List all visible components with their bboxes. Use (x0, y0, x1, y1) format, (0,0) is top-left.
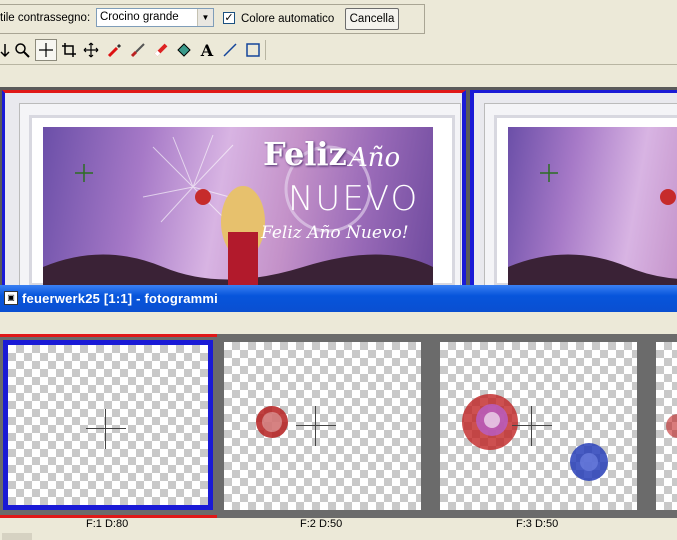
brush-icon[interactable] (127, 39, 149, 61)
crop-icon[interactable] (58, 39, 80, 61)
crosshair-marker (86, 409, 126, 449)
firework-burst (666, 414, 677, 438)
frames-strip (0, 334, 677, 518)
banner-image: Feliz Año NUEVO Feliz Año Nuevo! (43, 127, 433, 287)
marker-style-value: Crocino grande (100, 11, 179, 23)
fireworks-graphic (508, 164, 677, 287)
eraser-icon[interactable] (150, 39, 172, 61)
image-frame-2[interactable] (470, 90, 677, 287)
banner-script: Feliz Año Nuevo! (261, 223, 409, 243)
image-window: Feliz Año NUEVO Feliz Año Nuevo! (0, 65, 677, 287)
zoom-icon[interactable] (11, 39, 33, 61)
dropper-icon[interactable] (104, 39, 126, 61)
frame-label-1: F:1 D:80 (86, 518, 129, 530)
rectangle-icon[interactable] (242, 39, 264, 61)
ruler (0, 65, 677, 88)
frame-label-3: F:3 D:50 (516, 518, 559, 530)
tools-toolbar: A (0, 36, 677, 65)
firework-burst (462, 394, 518, 450)
frame-cell-3[interactable] (440, 342, 637, 510)
scroll-stub[interactable] (2, 533, 32, 540)
fill-icon[interactable] (173, 39, 195, 61)
frame-cell-4[interactable] (656, 342, 677, 510)
status-strip (0, 532, 677, 540)
line-icon[interactable] (219, 39, 241, 61)
crosshair-marker (296, 406, 336, 446)
frame-label-2: F:2 D:50 (300, 518, 343, 530)
marker-style-label: tile contrassegno: (0, 12, 91, 24)
chevron-down-icon[interactable]: ▼ (197, 9, 213, 26)
cancel-button[interactable]: Cancella (345, 8, 399, 30)
frames-window-title: feuerwerk25 [1:1] - fotogrammi (22, 291, 218, 306)
banner-title: Feliz (263, 135, 347, 173)
image-frame-1[interactable]: Feliz Año NUEVO Feliz Año Nuevo! (2, 90, 466, 287)
crosshair-icon[interactable] (35, 39, 57, 61)
window-icon[interactable]: ▣ (4, 291, 18, 305)
auto-color-checkbox[interactable]: ✓ (223, 12, 235, 24)
tool-options-bar: tile contrassegno: Crocino grande ▼ ✓ Co… (0, 0, 677, 36)
frames-window-titlebar[interactable]: ▣ feuerwerk25 [1:1] - fotogrammi (0, 285, 677, 312)
frame-cell-2[interactable] (224, 342, 421, 510)
banner-image (508, 127, 677, 287)
marker-style-select[interactable]: Crocino grande ▼ (96, 8, 214, 27)
banner-subtitle: NUEVO (288, 179, 420, 219)
frames-ruler (0, 312, 677, 334)
firework-burst-blue (570, 443, 608, 481)
banner-title-2: Año (349, 143, 401, 173)
toolbar-separator (265, 40, 266, 60)
crosshair-marker (512, 406, 552, 446)
auto-color-label: Colore automatico (241, 13, 335, 25)
frames-window: F:1 D:80 F:2 D:50 F:3 D:50 (0, 312, 677, 540)
move-icon[interactable] (80, 39, 102, 61)
image-canvas[interactable]: Feliz Año NUEVO Feliz Año Nuevo! (0, 87, 677, 287)
firework-burst (256, 406, 288, 438)
frame-cell-1[interactable] (3, 340, 213, 510)
text-icon[interactable]: A (196, 39, 218, 61)
